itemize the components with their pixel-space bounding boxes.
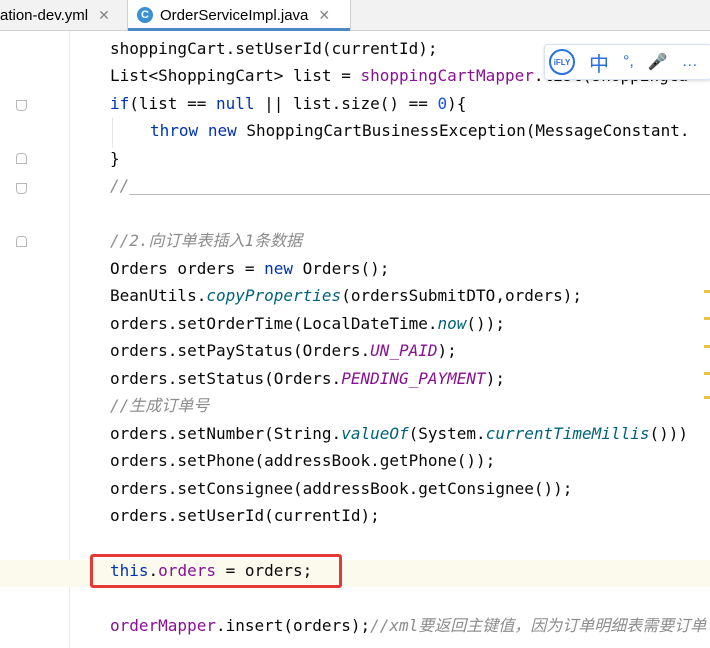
- fold-collapse-icon[interactable]: [16, 153, 27, 164]
- punctuation-icon[interactable]: °,: [623, 53, 634, 71]
- code-line: throw new ShoppingCartBusinessException(…: [150, 121, 690, 140]
- close-icon[interactable]: ✕: [98, 7, 110, 24]
- code-line: }: [110, 149, 120, 168]
- code-line: orders.setPayStatus(Orders.UN_PAID);: [110, 341, 457, 360]
- close-icon[interactable]: ✕: [318, 7, 330, 24]
- editor-tab-bar: ation-dev.yml ✕ C OrderServiceImpl.java …: [0, 0, 710, 31]
- scroll-marker: [704, 345, 710, 348]
- fold-collapse-icon[interactable]: [16, 236, 27, 247]
- code-line: if(list == null || list.size() == 0){: [110, 94, 467, 113]
- code-line: orders.setUserId(currentId);: [110, 506, 380, 525]
- fold-expand-icon[interactable]: [16, 183, 27, 194]
- scroll-marker: [704, 290, 710, 293]
- code-editor[interactable]: shoppingCart.setUserId(currentId); List<…: [110, 0, 710, 635]
- tab-label: OrderServiceImpl.java: [160, 6, 309, 24]
- fold-expand-icon[interactable]: [16, 100, 27, 111]
- editor-gutter: [0, 31, 70, 648]
- code-line: orders.setNumber(String.valueOf(System.c…: [110, 424, 688, 443]
- gutter-divider: [69, 31, 70, 648]
- code-line: Orders orders = new Orders();: [110, 259, 390, 278]
- microphone-icon[interactable]: 🎤: [648, 52, 668, 72]
- scroll-marker: [704, 317, 710, 320]
- scroll-marker: [704, 396, 710, 399]
- code-line: BeanUtils.copyProperties(ordersSubmitDTO…: [110, 286, 583, 305]
- code-line: orderMapper.insert(orders);//xml要返回主键值，因…: [110, 616, 707, 635]
- code-line: orders.setConsignee(addressBook.getConsi…: [110, 479, 573, 498]
- ifly-logo-icon[interactable]: iFLY: [549, 49, 575, 75]
- more-icon[interactable]: …: [682, 53, 698, 71]
- tab-orderserviceimpl-java[interactable]: C OrderServiceImpl.java ✕: [127, 0, 351, 31]
- code-line: //2.向订单表插入1条数据: [110, 231, 303, 250]
- java-class-icon: C: [137, 7, 153, 23]
- tab-application-dev-yml[interactable]: ation-dev.yml ✕: [0, 0, 126, 30]
- code-line: orders.setPhone(addressBook.getPhone());: [110, 451, 496, 470]
- code-line: //生成订单号: [110, 396, 210, 415]
- code-line: shoppingCart.setUserId(currentId);: [110, 39, 438, 58]
- ime-toolbar[interactable]: iFLY 中 °, 🎤 …: [544, 44, 710, 80]
- code-line: //______________________________________…: [110, 176, 710, 195]
- scroll-marker: [704, 372, 710, 375]
- tab-label: ation-dev.yml: [0, 6, 89, 24]
- code-line: orders.setOrderTime(LocalDateTime.now())…: [110, 314, 505, 333]
- annotation-highlight-box: [90, 554, 342, 588]
- chinese-mode-icon[interactable]: 中: [589, 48, 609, 77]
- code-line: orders.setStatus(Orders.PENDING_PAYMENT)…: [110, 369, 505, 388]
